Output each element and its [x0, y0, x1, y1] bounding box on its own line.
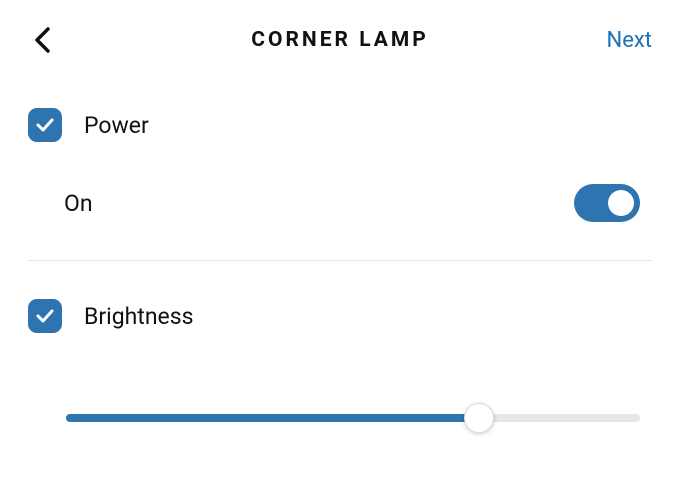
toggle-thumb	[608, 190, 634, 216]
next-button[interactable]: Next	[607, 28, 652, 53]
back-button[interactable]	[28, 26, 56, 54]
brightness-checkbox[interactable]	[28, 299, 62, 333]
page-title: CORNER LAMP	[251, 28, 429, 52]
brightness-slider-row	[28, 375, 652, 433]
slider-fill	[66, 414, 479, 422]
header: CORNER LAMP Next	[0, 0, 680, 74]
brightness-row: Brightness	[28, 299, 652, 333]
power-section: Power On	[0, 108, 680, 260]
power-toggle-row: On	[28, 184, 652, 260]
brightness-section: Brightness	[0, 299, 680, 433]
power-toggle[interactable]	[574, 184, 640, 222]
brightness-slider[interactable]	[66, 403, 640, 433]
check-icon	[35, 306, 55, 326]
power-label: Power	[84, 112, 149, 139]
brightness-label: Brightness	[84, 303, 193, 330]
chevron-left-icon	[33, 26, 51, 54]
power-row: Power	[28, 108, 652, 142]
power-checkbox[interactable]	[28, 108, 62, 142]
power-state-label: On	[64, 190, 93, 217]
check-icon	[35, 115, 55, 135]
slider-thumb	[464, 403, 494, 433]
divider	[28, 260, 652, 261]
